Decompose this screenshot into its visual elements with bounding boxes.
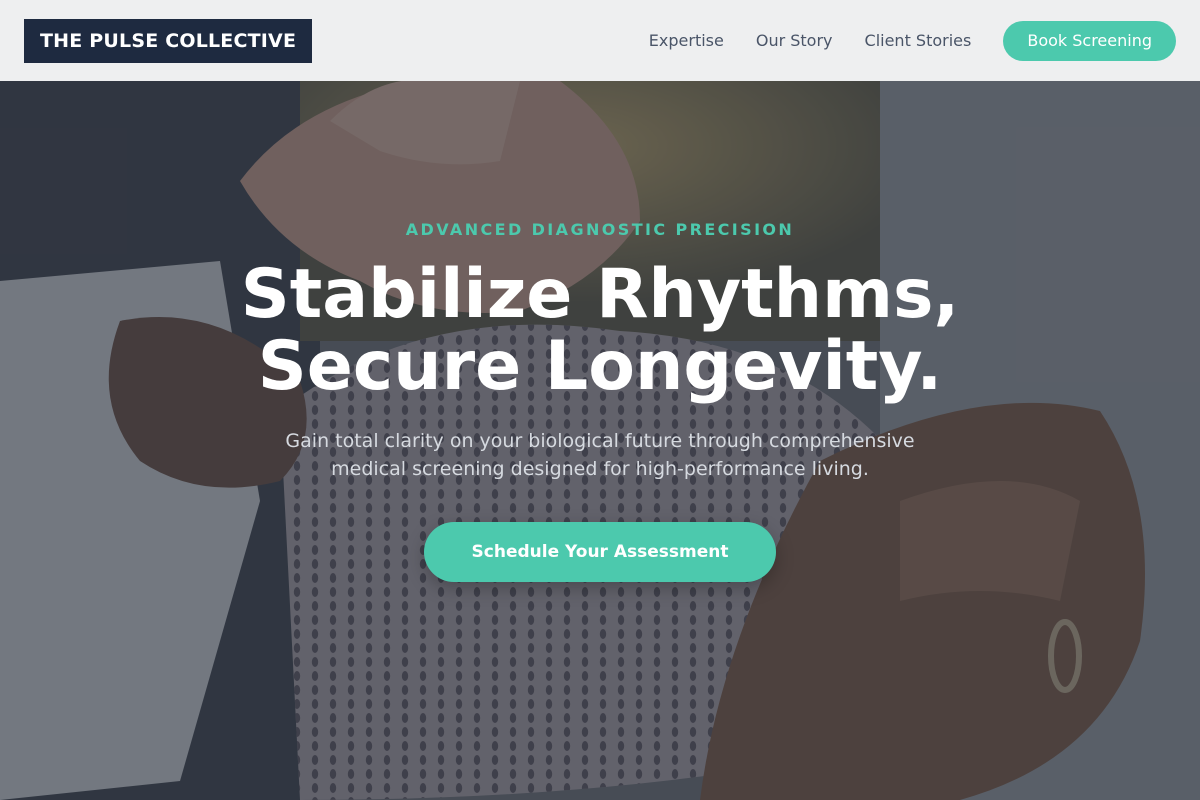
nav-link-client-stories[interactable]: Client Stories [865, 31, 972, 50]
nav-link-expertise[interactable]: Expertise [649, 31, 724, 50]
hero-subtext: Gain total clarity on your biological fu… [285, 430, 915, 480]
hero-eyebrow: ADVANCED DIAGNOSTIC PRECISION [405, 220, 795, 239]
hero-section: ADVANCED DIAGNOSTIC PRECISION Stabilize … [0, 81, 1200, 800]
headline-line-2: Secure Longevity. [257, 327, 943, 406]
brand-logo[interactable]: THE PULSE COLLECTIVE [24, 18, 313, 63]
book-screening-button[interactable]: Book Screening [1003, 20, 1176, 61]
site-header: THE PULSE COLLECTIVE Expertise Our Story… [0, 0, 1200, 81]
nav-link-our-story[interactable]: Our Story [756, 31, 833, 50]
schedule-assessment-button[interactable]: Schedule Your Assessment [424, 522, 776, 582]
headline-line-1: Stabilize Rhythms, [240, 255, 960, 334]
main-nav: Expertise Our Story Client Stories Book … [649, 20, 1176, 61]
hero-headline: Stabilize Rhythms, Secure Longevity. [0, 259, 1200, 403]
